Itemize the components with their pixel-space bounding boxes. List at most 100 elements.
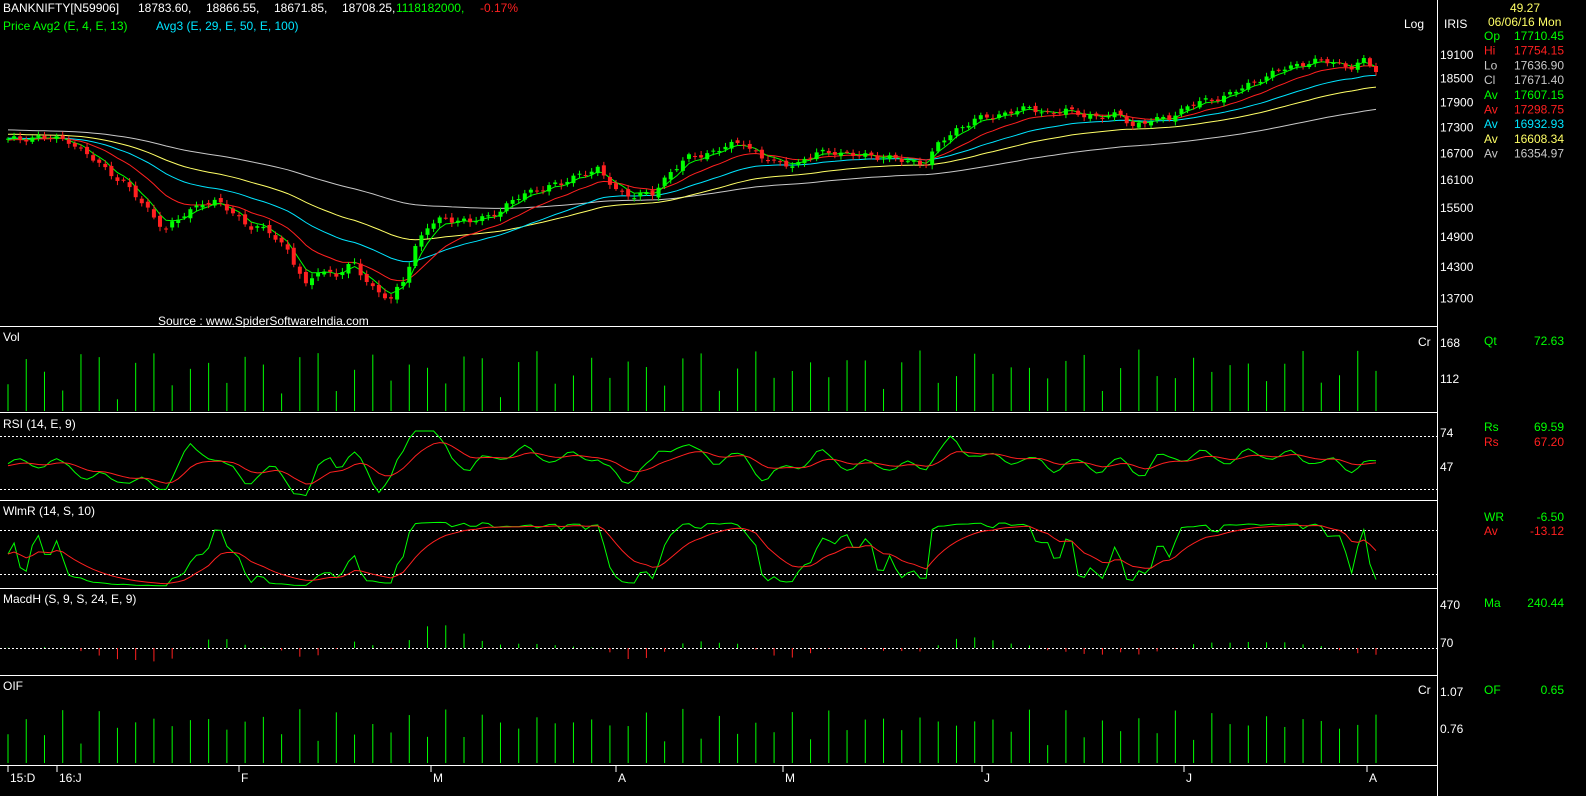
candle-body: [328, 269, 333, 272]
candle-body: [316, 272, 321, 277]
candle-body: [1106, 115, 1111, 118]
candle-body: [72, 143, 77, 147]
info-row-label: Av: [1484, 103, 1498, 117]
candle-body: [541, 190, 546, 192]
candle-body: [778, 161, 783, 163]
oif-tick-107: 1.07: [1440, 685, 1464, 699]
info-row-label: Cl: [1484, 73, 1495, 87]
candle-body: [145, 201, 150, 208]
info-row-value: 16354.97: [1514, 147, 1564, 161]
candle-body: [1282, 69, 1287, 72]
candle-body: [425, 228, 430, 235]
rsi-readout-label: Rs: [1484, 420, 1499, 434]
macd-panel-title[interactable]: MacdH (S, 9, S, 24, E, 9): [3, 592, 136, 606]
candle-body: [1197, 101, 1202, 108]
candle-body: [1076, 110, 1081, 115]
candle-body: [91, 155, 96, 161]
candle-body: [1215, 99, 1220, 101]
log-scale-label[interactable]: Log: [1404, 17, 1424, 31]
candle-body: [930, 151, 935, 166]
x-axis-label: J: [1186, 771, 1192, 785]
price-tick-label: 17900: [1440, 96, 1474, 110]
candle-body: [1021, 106, 1026, 111]
candle-body: [978, 115, 983, 120]
candle-body: [814, 152, 819, 160]
oif-panel-title[interactable]: OIF: [3, 679, 23, 693]
high-value: 18866.55,: [206, 1, 259, 15]
candle-body: [176, 219, 181, 224]
symbol-label: BANKNIFTY[N59906]: [3, 1, 119, 15]
candle-body: [1270, 70, 1275, 78]
x-axis-label: M: [433, 771, 443, 785]
wr-avg-value: -13.12: [1530, 524, 1564, 538]
candle-body: [389, 297, 394, 299]
candle-body: [103, 163, 108, 168]
candle-body: [1051, 113, 1056, 115]
info-row-value: 16608.34: [1514, 132, 1564, 146]
rsi-tick-47: 47: [1440, 460, 1454, 474]
stock-chart[interactable]: BANKNIFTY[N59906] 18783.60, 18866.55, 18…: [0, 0, 1586, 796]
info-row-value: 17298.75: [1514, 103, 1564, 117]
candle-body: [139, 198, 144, 204]
vol-panel-title[interactable]: Vol: [3, 330, 20, 344]
price-tick-label: 16100: [1440, 173, 1474, 187]
candle-body: [443, 217, 448, 219]
candle-body: [857, 155, 862, 157]
candle-body: [918, 160, 922, 165]
info-row-label: Av: [1484, 147, 1498, 161]
info-row-value: 17636.90: [1514, 58, 1564, 72]
info-row-label: Lo: [1484, 58, 1498, 72]
avg2-indicator-label[interactable]: Price Avg2 (E, 4, E, 13): [3, 19, 128, 33]
x-axis-label: 15:D: [10, 771, 36, 785]
candle-body: [960, 127, 965, 129]
candle-body: [395, 286, 400, 300]
candle-body: [492, 214, 497, 217]
candle-body: [1173, 115, 1178, 122]
candle-body: [1325, 59, 1330, 64]
candle-body: [480, 216, 485, 222]
candle-body: [370, 283, 375, 287]
candle-body: [1331, 62, 1336, 64]
candle-body: [1033, 105, 1038, 113]
candle-body: [741, 144, 746, 146]
avg3-indicator-label[interactable]: Avg3 (E, 29, E, 50, E, 100): [156, 19, 299, 33]
candle-body: [796, 161, 801, 165]
candle-body: [1142, 121, 1147, 124]
candle-body: [1179, 108, 1184, 114]
info-row-label: Av: [1484, 132, 1498, 146]
candle-body: [285, 244, 290, 250]
x-axis-label: A: [618, 771, 626, 785]
macd-readout-label: Ma: [1484, 596, 1501, 610]
rsi-panel-title[interactable]: RSI (14, E, 9): [3, 417, 76, 431]
price-tick-label: 19100: [1440, 48, 1474, 62]
candle-body: [966, 125, 971, 128]
candle-body: [528, 189, 533, 193]
candle-body: [936, 142, 941, 152]
candle-body: [376, 284, 381, 293]
candle-body: [1228, 92, 1233, 95]
candle-body: [845, 151, 850, 153]
candle-body: [668, 172, 673, 180]
iris-label[interactable]: IRIS: [1444, 17, 1467, 31]
candle-body: [644, 192, 649, 195]
candle-body: [656, 187, 661, 198]
candle-body: [583, 175, 588, 177]
candle-body: [340, 272, 345, 276]
rsi-signal-value: 67.20: [1534, 435, 1564, 449]
candle-body: [1015, 111, 1020, 115]
vol-readout-label: Qt: [1484, 334, 1497, 348]
wlmr-panel-title[interactable]: WlmR (14, S, 10): [3, 504, 95, 518]
candle-body: [85, 146, 90, 155]
candle-body: [200, 204, 205, 208]
candle-body: [680, 160, 685, 171]
info-row-label: Av: [1484, 117, 1498, 131]
info-row-label: Hi: [1484, 44, 1495, 58]
candle-body: [170, 221, 175, 228]
candle-body: [620, 190, 625, 192]
candle-body: [1112, 112, 1117, 118]
candle-body: [1374, 65, 1378, 73]
candle-body: [1252, 81, 1257, 83]
candle-body: [729, 141, 734, 149]
candle-body: [237, 215, 242, 217]
candle-body: [766, 160, 770, 162]
